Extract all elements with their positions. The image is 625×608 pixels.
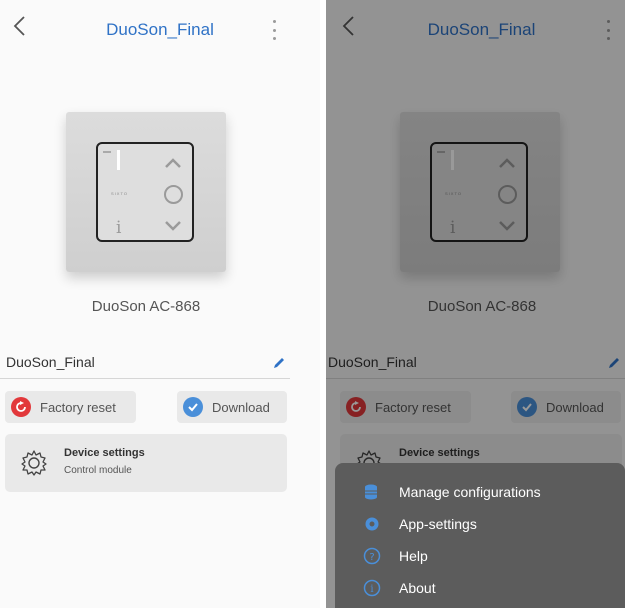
device-image: SIXTO i — [66, 112, 226, 272]
gear-icon — [365, 517, 379, 531]
menu-item-manage-configurations[interactable]: Manage configurations — [335, 476, 625, 508]
device-model: DuoSon AC-868 — [91, 298, 201, 315]
device-name-field[interactable]: DuoSon_Final — [0, 344, 290, 379]
download-label: Download — [212, 399, 270, 415]
check-icon — [183, 397, 203, 417]
download-button[interactable]: Download — [177, 391, 287, 423]
edit-pencil-icon[interactable] — [272, 356, 286, 370]
reset-icon — [11, 397, 31, 417]
device-slot — [117, 150, 120, 170]
factory-reset-label: Factory reset — [40, 399, 116, 415]
device-indicator — [103, 151, 111, 153]
factory-reset-button[interactable]: Factory reset — [5, 391, 136, 423]
device-brand-label: SIXTO — [111, 191, 128, 196]
menu-item-label: App-settings — [399, 516, 477, 532]
menu-item-label: About — [399, 580, 436, 596]
menu-item-help[interactable]: ? Help — [335, 540, 625, 572]
svg-text:i: i — [370, 584, 373, 595]
menu-screen: DuoSon_Final SIXTO i DuoSon AC-868 DuoSo… — [326, 0, 625, 608]
menu-item-app-settings[interactable]: App-settings — [335, 508, 625, 540]
more-menu-icon[interactable] — [271, 20, 277, 40]
settings-card-subtitle: Control module — [64, 465, 132, 476]
settings-card-title: Device settings — [64, 447, 145, 459]
menu-item-label: Manage configurations — [399, 484, 541, 500]
svg-text:?: ? — [369, 552, 374, 563]
menu-item-label: Help — [399, 548, 428, 564]
help-icon: ? — [363, 547, 381, 565]
info-icon: i — [363, 579, 381, 597]
menu-item-about[interactable]: i About — [335, 572, 625, 604]
device-name-value: DuoSon_Final — [6, 354, 95, 370]
gear-icon — [21, 450, 47, 476]
device-up-arrow-icon — [165, 158, 181, 168]
overflow-menu: Manage configurations App-settings ? Hel… — [335, 463, 625, 608]
device-screen: DuoSon_Final SIXTO i DuoSon AC-868 DuoSo… — [0, 0, 320, 608]
device-down-arrow-icon — [165, 221, 181, 231]
database-icon — [365, 484, 377, 500]
device-stop-icon — [164, 185, 183, 204]
device-info-icon: i — [116, 218, 122, 238]
device-settings-card[interactable]: Device settings Control module — [5, 434, 287, 492]
device-panel: SIXTO i — [96, 142, 194, 242]
